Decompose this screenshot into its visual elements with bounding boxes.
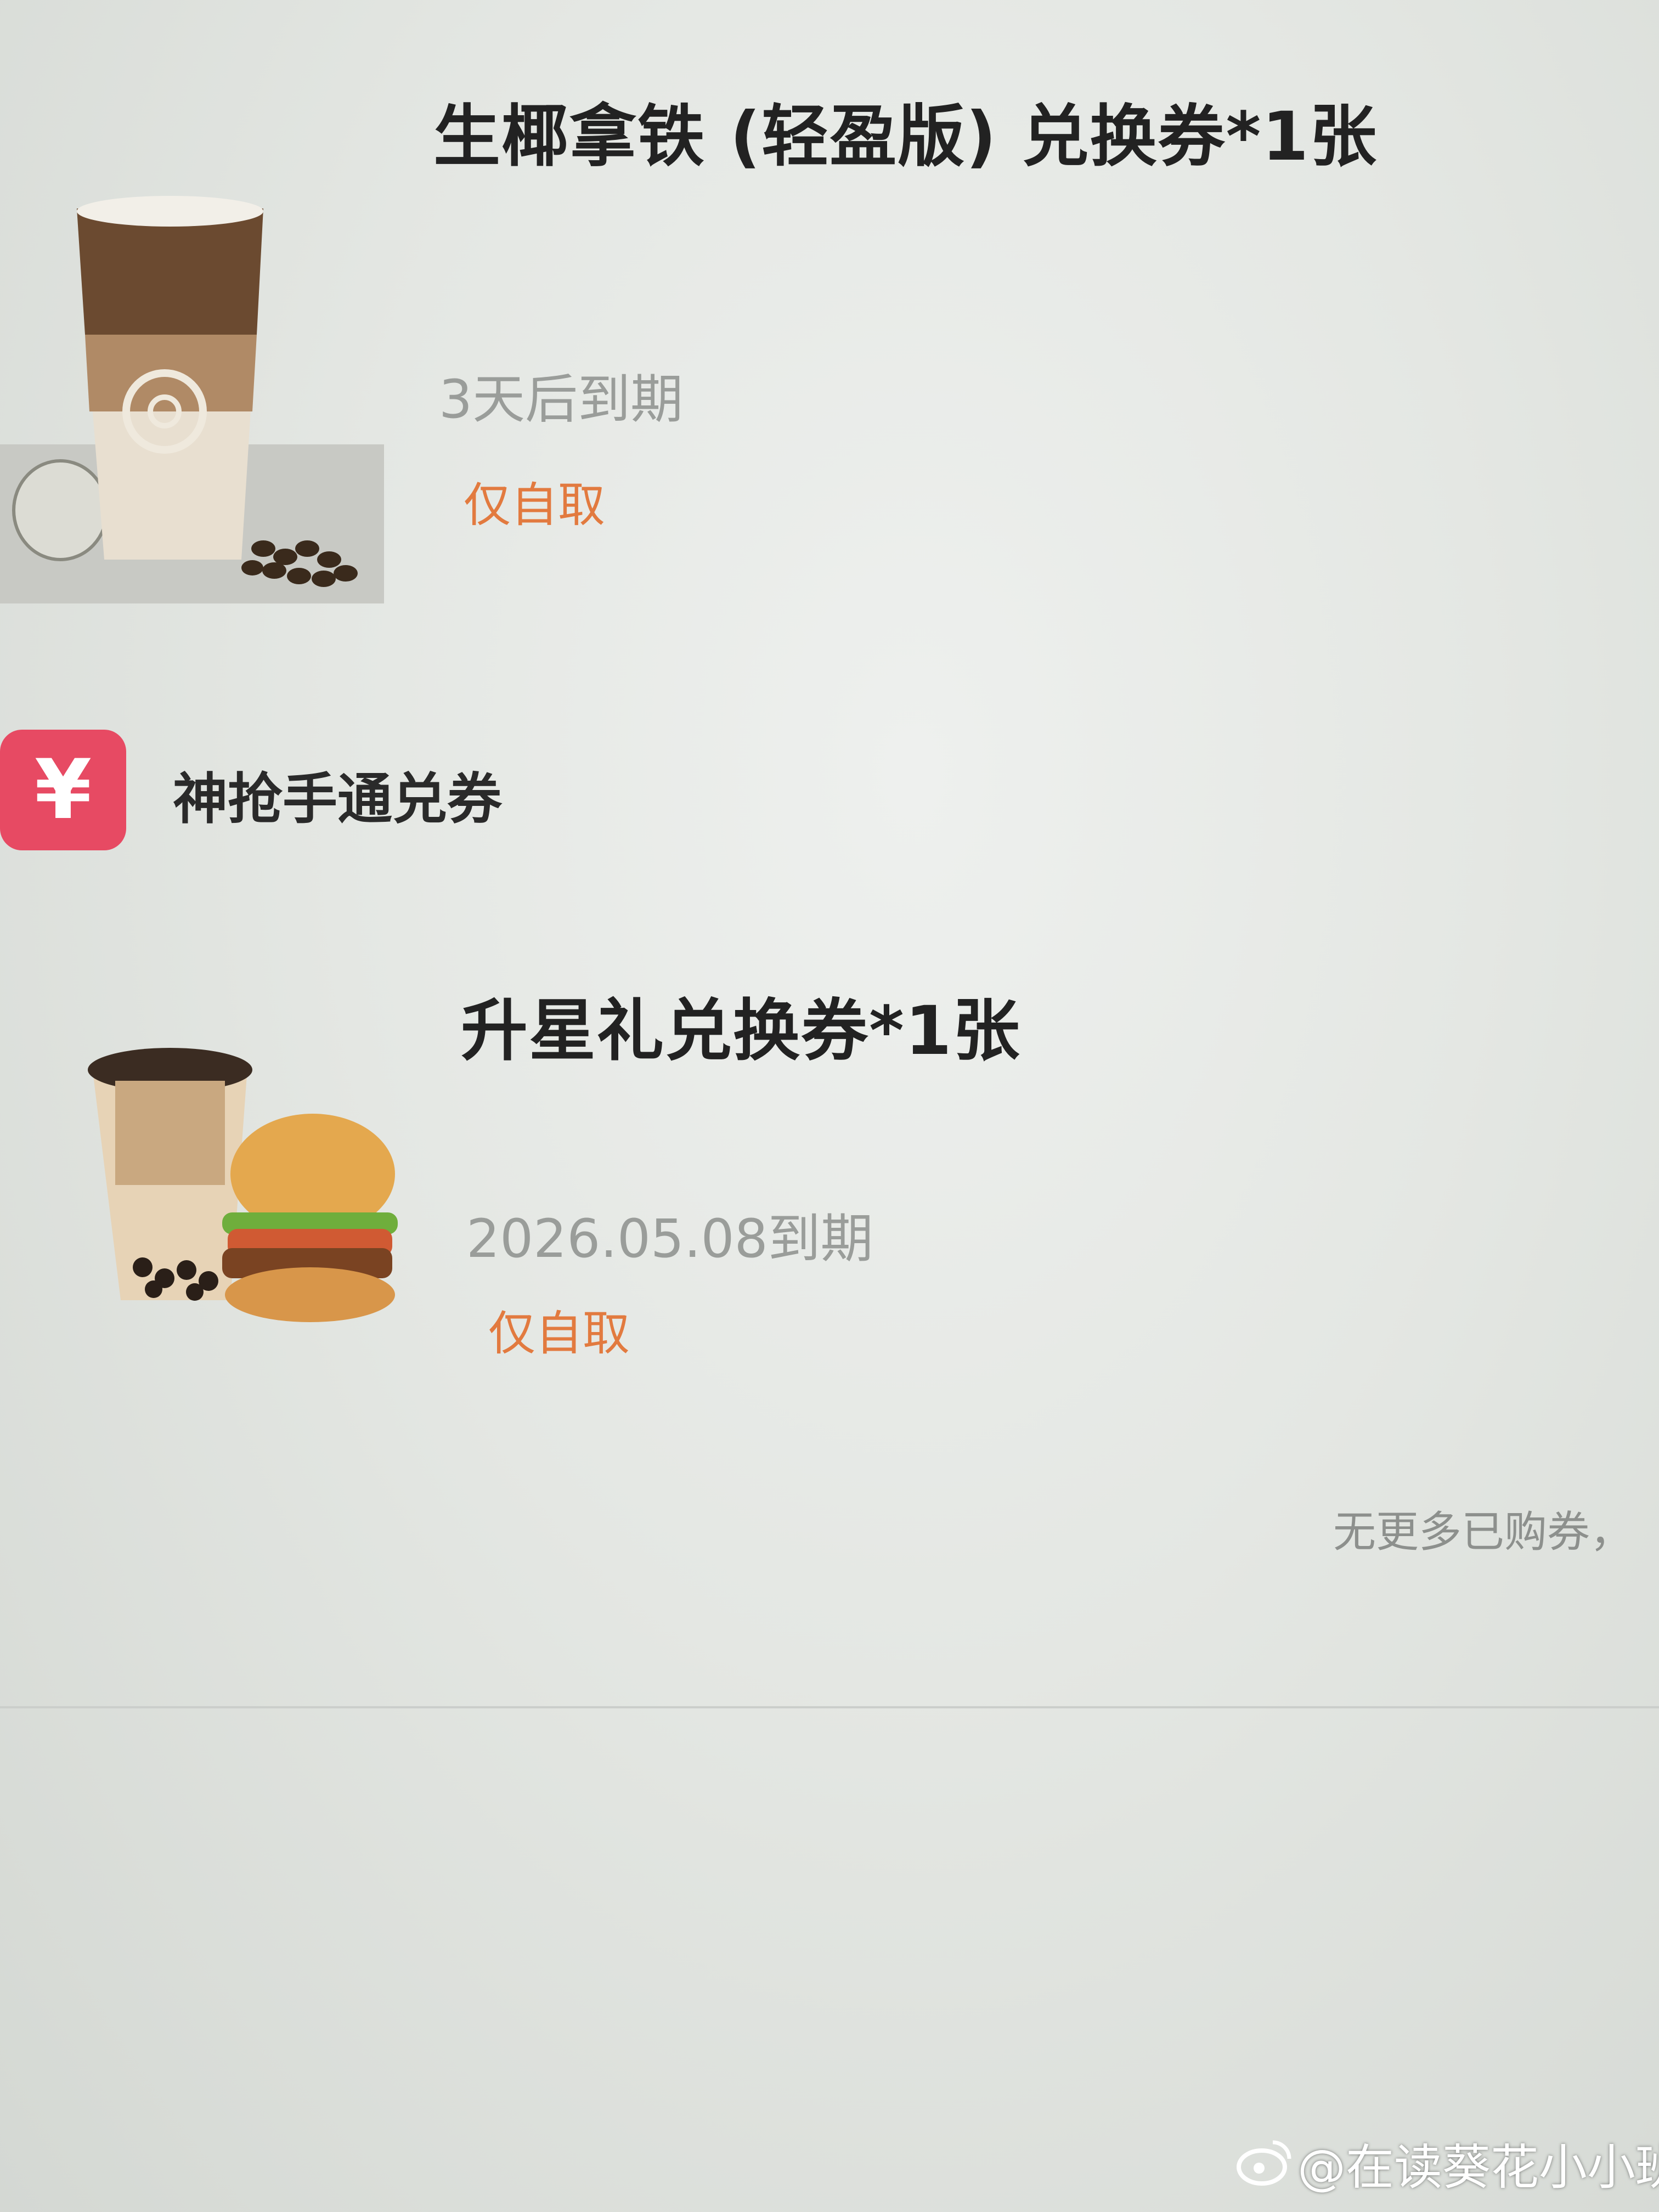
section-header: ¥ 神抢手通兑券: [0, 724, 658, 856]
coupon-list-screen: 生椰拿铁 (轻盈版) 兑换券*1张 3天后到期 仅自取 ¥ 神抢手通兑券 升星礼: [0, 0, 1659, 2212]
pickup-only-tag: 仅自取: [488, 1306, 630, 1361]
no-more-coupons-note: 无更多已购券，: [1333, 1508, 1633, 1557]
milk-tea-burger-image: [88, 1048, 398, 1322]
weibo-logo-icon: [1237, 2140, 1291, 2186]
coupon-card-upgrade-gift[interactable]: 升星礼兑换券*1张 2026.05.08到期 仅自取: [0, 966, 1659, 1415]
coupon-title: 升星礼兑换券*1张: [461, 992, 1021, 1070]
coupon-card-latte[interactable]: 生椰拿铁 (轻盈版) 兑换券*1张 3天后到期 仅自取: [0, 66, 1659, 603]
coupon-title: 生椰拿铁 (轻盈版) 兑换券*1张: [433, 98, 1378, 176]
iced-latte-image: [0, 196, 384, 603]
divider: [0, 1706, 1659, 1708]
coupon-expiry: 3天后到期: [439, 369, 684, 430]
yen-symbol: ¥: [34, 742, 92, 838]
watermark-text: @在读葵花小小班: [1297, 2139, 1659, 2196]
watermark: @在读葵花小小班: [1234, 2129, 1659, 2196]
section-title: 神抢手通兑券: [173, 767, 502, 831]
coupon-expiry: 2026.05.08到期: [466, 1208, 873, 1269]
coupon-ticket-icon: ¥: [0, 730, 126, 850]
pickup-only-tag: 仅自取: [464, 478, 605, 533]
